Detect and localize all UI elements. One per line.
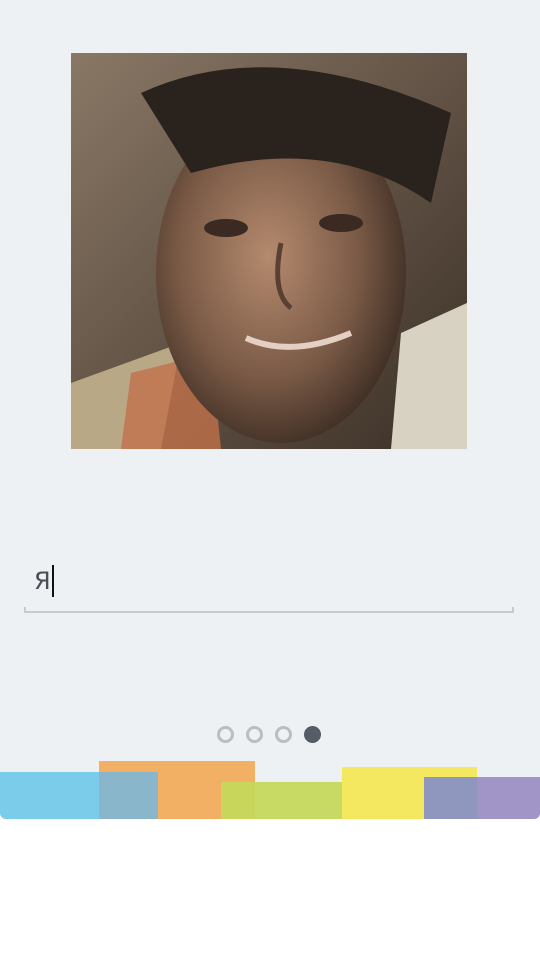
page-indicator <box>217 726 321 743</box>
color-block-blue-overlap <box>99 772 158 819</box>
input-underline <box>24 607 514 613</box>
setup-card: Я <box>0 0 540 819</box>
page-dot-3[interactable] <box>275 726 292 743</box>
page-dot-1[interactable] <box>217 726 234 743</box>
name-field[interactable]: Я <box>24 555 514 613</box>
color-block-green <box>221 782 359 819</box>
color-block-purple-overlap <box>424 777 477 819</box>
color-band-decoration <box>0 759 540 819</box>
page-dot-4-active[interactable] <box>304 726 321 743</box>
name-input-value: Я <box>34 567 51 595</box>
profile-photo[interactable] <box>71 53 467 449</box>
name-input[interactable]: Я <box>34 565 54 597</box>
user-photo-icon <box>71 53 467 449</box>
text-cursor <box>51 565 54 597</box>
page-dot-2[interactable] <box>246 726 263 743</box>
screen: Я <box>0 0 540 960</box>
